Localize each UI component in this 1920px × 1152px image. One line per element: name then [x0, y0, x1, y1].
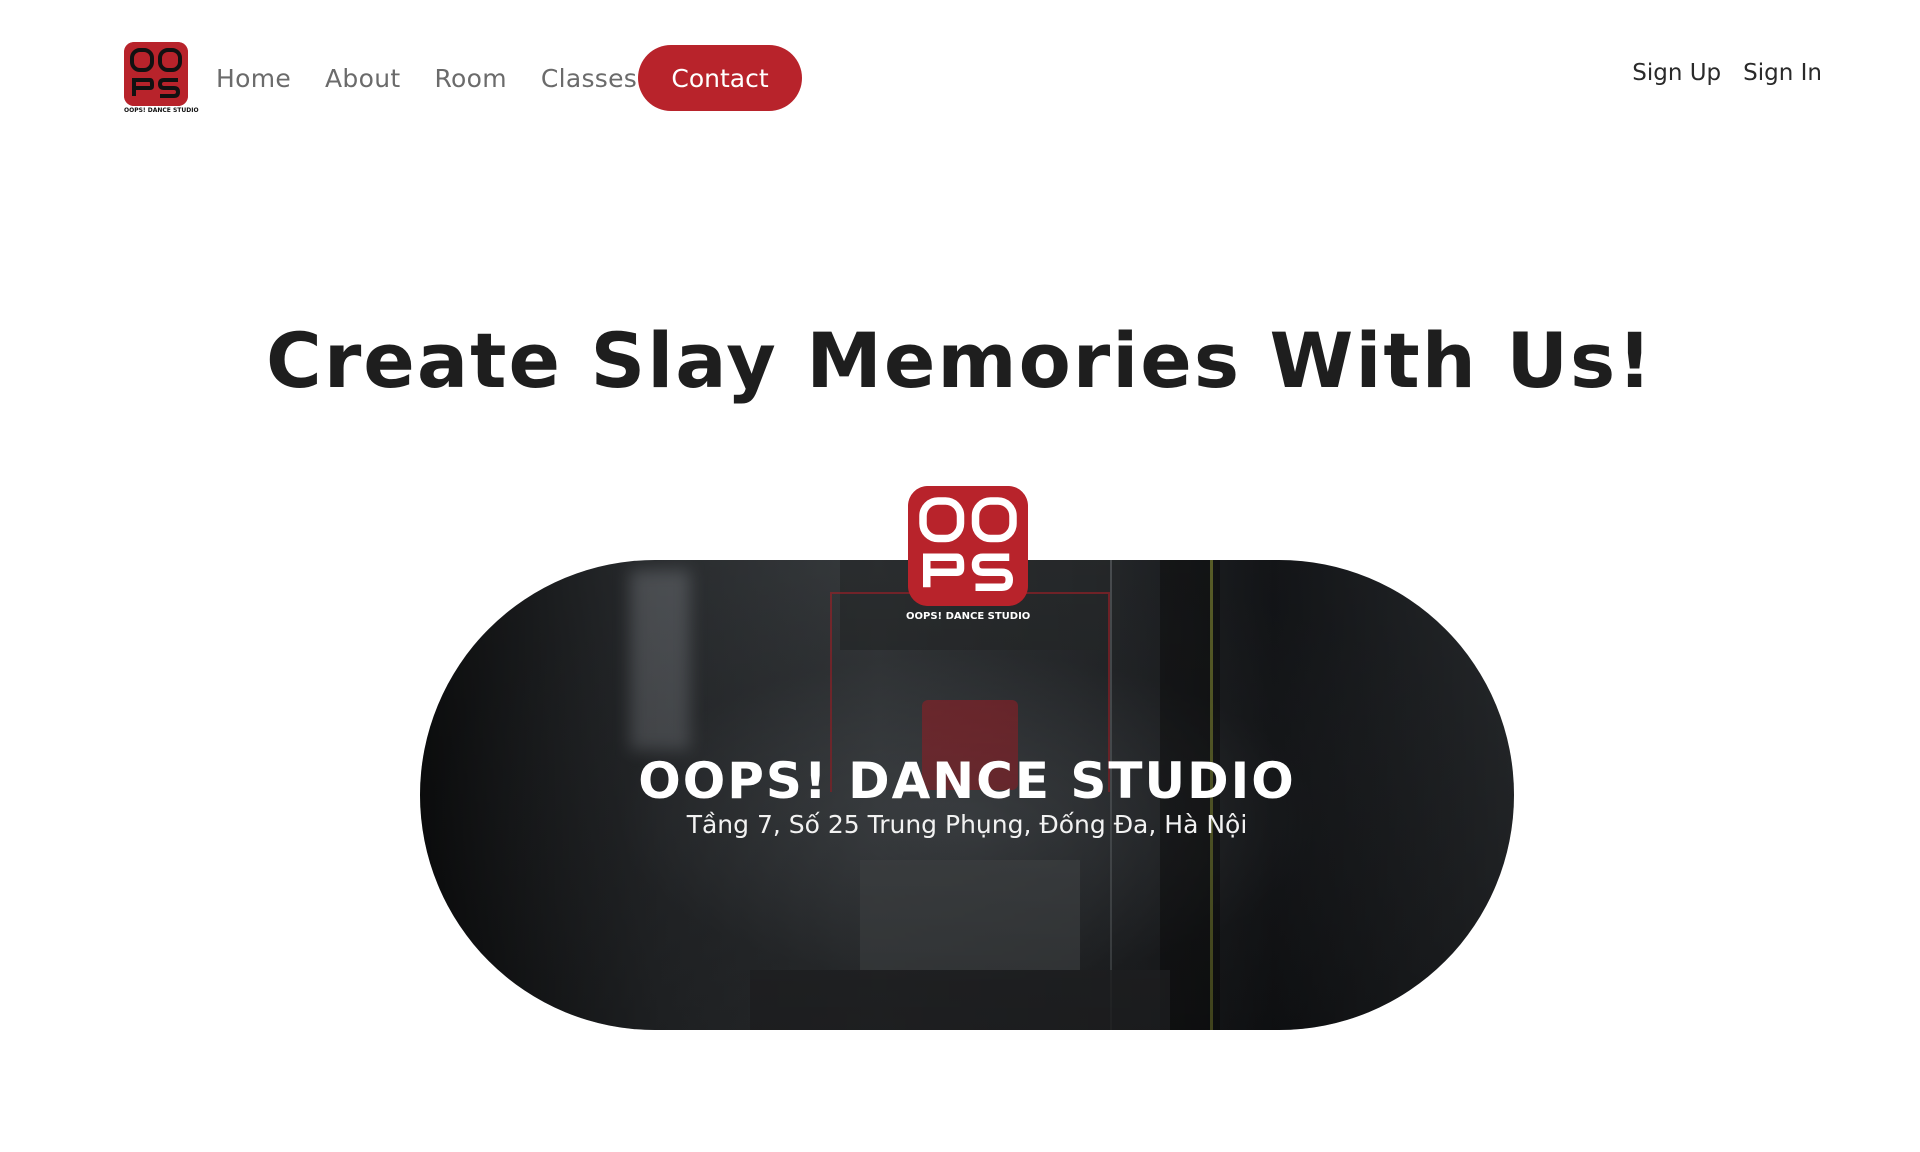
sign-up-link[interactable]: Sign Up [1632, 60, 1721, 86]
logo-caption: OOPS! DANCE STUDIO [124, 107, 199, 114]
oops-logo-icon [124, 42, 188, 106]
sign-in-link[interactable]: Sign In [1743, 60, 1822, 86]
page: OOPS! DANCE STUDIO Home About Room Class… [0, 0, 1920, 1152]
oops-badge-icon [908, 486, 1028, 606]
video-wall-light [630, 570, 690, 750]
video-badge: OOPS! DANCE STUDIO [906, 486, 1030, 626]
hero-title: Create Slay Memories With Us! [266, 316, 1654, 405]
nav-room[interactable]: Room [434, 64, 506, 93]
auth-links: Sign Up Sign In [1610, 60, 1822, 86]
video-reception-counter [860, 860, 1080, 970]
site-header: OOPS! DANCE STUDIO Home About Room Class… [0, 0, 1920, 150]
main-nav: Home About Room Classes [216, 45, 671, 111]
video-floor [750, 970, 1170, 1030]
brand-logo[interactable]: OOPS! DANCE STUDIO [124, 42, 199, 114]
nav-classes[interactable]: Classes [541, 64, 637, 93]
nav-home[interactable]: Home [216, 64, 291, 93]
nav-about[interactable]: About [325, 64, 400, 93]
contact-button[interactable]: Contact [638, 45, 802, 111]
video-title: OOPS! DANCE STUDIO [638, 752, 1296, 810]
video-address: Tầng 7, Số 25 Trung Phụng, Đống Đa, Hà N… [686, 810, 1248, 839]
badge-caption: OOPS! DANCE STUDIO [906, 611, 1031, 622]
